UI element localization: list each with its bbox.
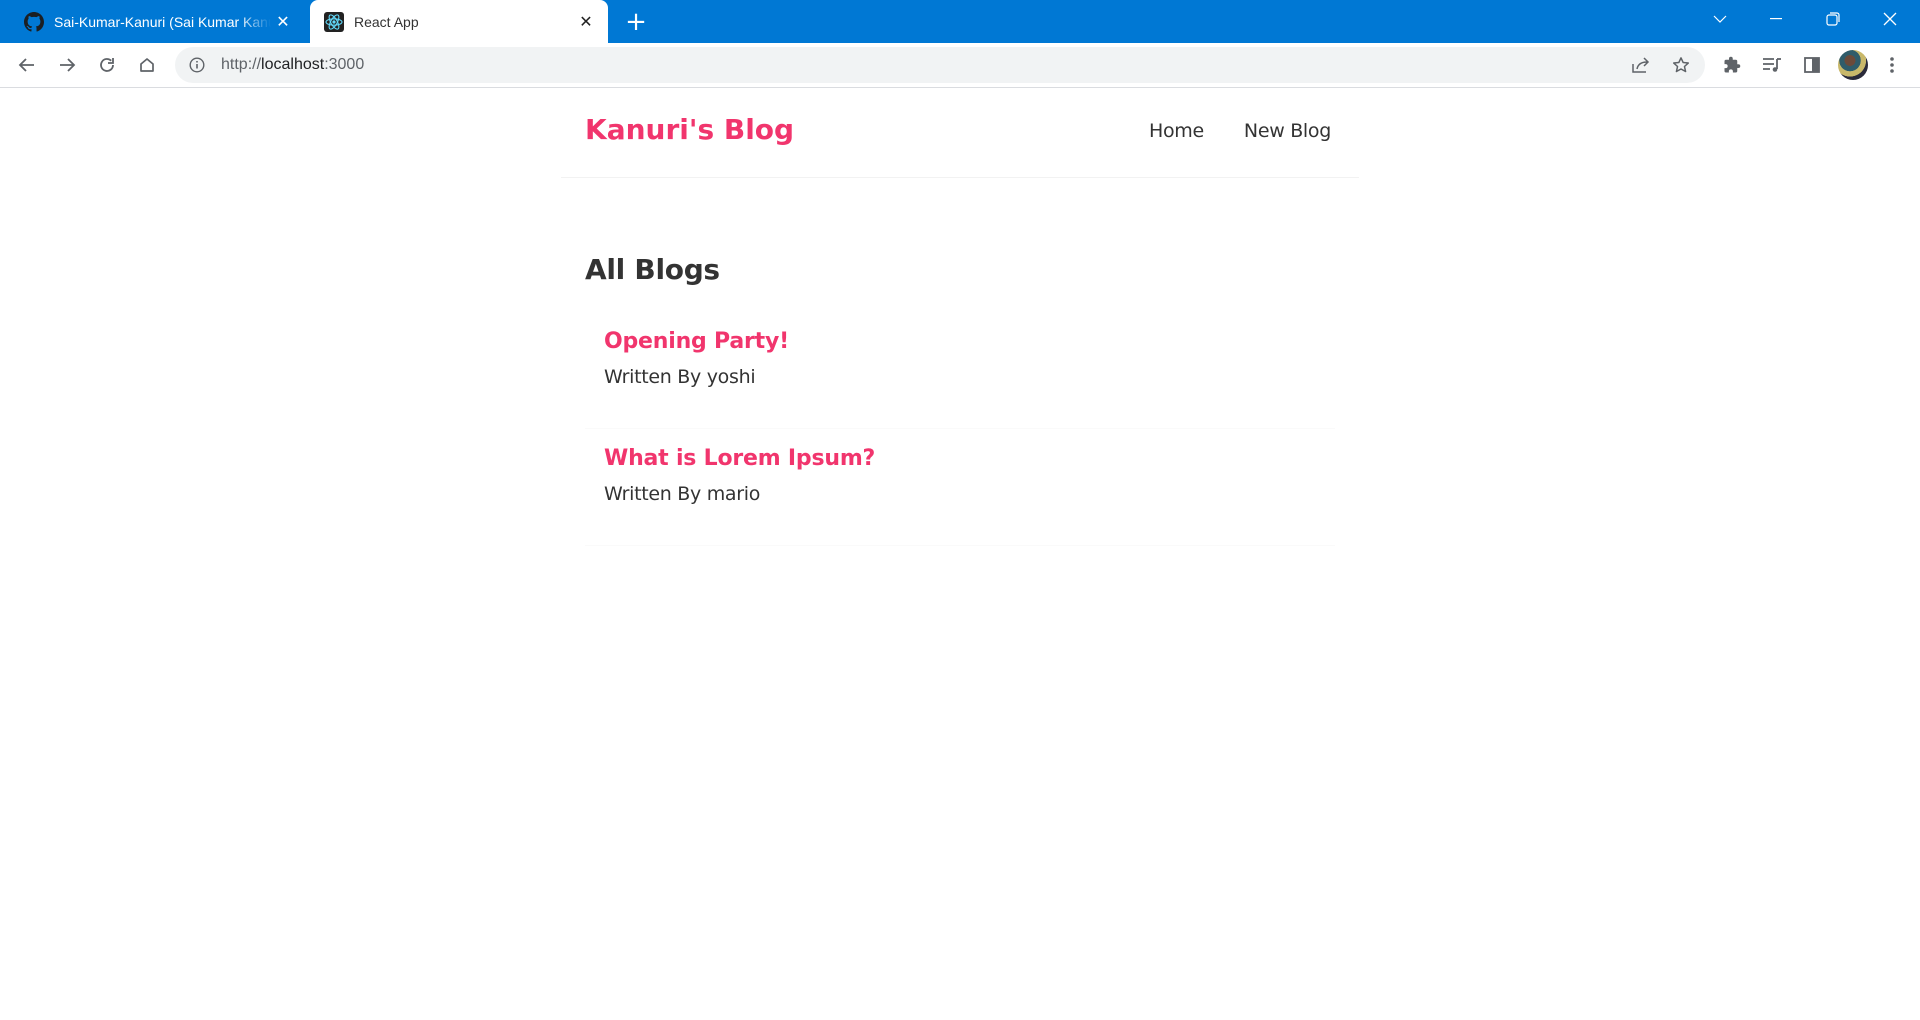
close-window-icon[interactable] xyxy=(1862,0,1918,38)
close-tab-icon[interactable]: ✕ xyxy=(271,10,295,34)
tab-react-app[interactable]: React App ✕ xyxy=(310,0,608,43)
browser-toolbar: http://localhost:3000 xyxy=(0,43,1920,88)
browser-tab-bar: Sai-Kumar-Kanuri (Sai Kumar Kanuri) ✕ Re… xyxy=(0,0,1920,43)
share-icon[interactable] xyxy=(1625,49,1657,81)
url-host: localhost xyxy=(261,56,325,73)
media-control-icon[interactable] xyxy=(1756,49,1788,81)
tab-title: React App xyxy=(354,13,419,30)
tab-title: Sai-Kumar-Kanuri (Sai Kumar Kanuri) xyxy=(54,13,271,30)
blog-title-link[interactable]: Opening Party! xyxy=(604,329,1316,354)
nav-home-link[interactable]: Home xyxy=(1149,120,1204,142)
blog-preview[interactable]: What is Lorem Ipsum? Written By mario xyxy=(585,429,1335,546)
close-tab-icon[interactable]: ✕ xyxy=(574,10,598,34)
react-icon xyxy=(324,11,344,32)
url-text[interactable]: http://localhost:3000 xyxy=(221,56,364,74)
tab-github-profile[interactable]: Sai-Kumar-Kanuri (Sai Kumar Kanuri) ✕ xyxy=(0,0,305,43)
blog-list: Opening Party! Written By yoshi What is … xyxy=(585,312,1335,546)
page-title: All Blogs xyxy=(585,253,720,286)
extensions-icon[interactable] xyxy=(1716,49,1748,81)
new-tab-button[interactable]: + xyxy=(620,6,652,38)
page-viewport: Kanuri's Blog Home New Blog All Blogs Op… xyxy=(0,89,1920,1020)
bookmark-star-icon[interactable] xyxy=(1665,49,1697,81)
more-menu-icon[interactable] xyxy=(1876,49,1908,81)
site-brand: Kanuri's Blog xyxy=(585,113,795,146)
home-icon[interactable] xyxy=(131,49,163,81)
blog-author: Written By mario xyxy=(604,483,761,505)
reload-icon[interactable] xyxy=(91,49,123,81)
profile-avatar[interactable] xyxy=(1838,50,1868,80)
nav-links: Home New Blog xyxy=(1149,120,1331,142)
address-bar[interactable]: http://localhost:3000 xyxy=(175,47,1705,83)
url-port: :3000 xyxy=(324,56,365,73)
blog-author: Written By yoshi xyxy=(604,366,756,388)
minimize-icon[interactable] xyxy=(1748,0,1804,38)
site-info-icon[interactable] xyxy=(187,55,207,75)
site-navbar: Kanuri's Blog Home New Blog xyxy=(561,89,1359,178)
tab-search-icon[interactable] xyxy=(1692,0,1748,38)
blog-title-link[interactable]: What is Lorem Ipsum? xyxy=(604,446,1316,471)
forward-icon[interactable] xyxy=(51,49,83,81)
side-panel-icon[interactable] xyxy=(1796,49,1828,81)
restore-icon[interactable] xyxy=(1805,0,1861,38)
github-icon xyxy=(24,11,44,32)
back-icon[interactable] xyxy=(11,49,43,81)
nav-new-blog-link[interactable]: New Blog xyxy=(1244,120,1331,142)
url-scheme: http:// xyxy=(221,56,262,73)
home-content: All Blogs Opening Party! Written By yosh… xyxy=(585,253,1335,546)
blog-preview[interactable]: Opening Party! Written By yoshi xyxy=(585,312,1335,429)
